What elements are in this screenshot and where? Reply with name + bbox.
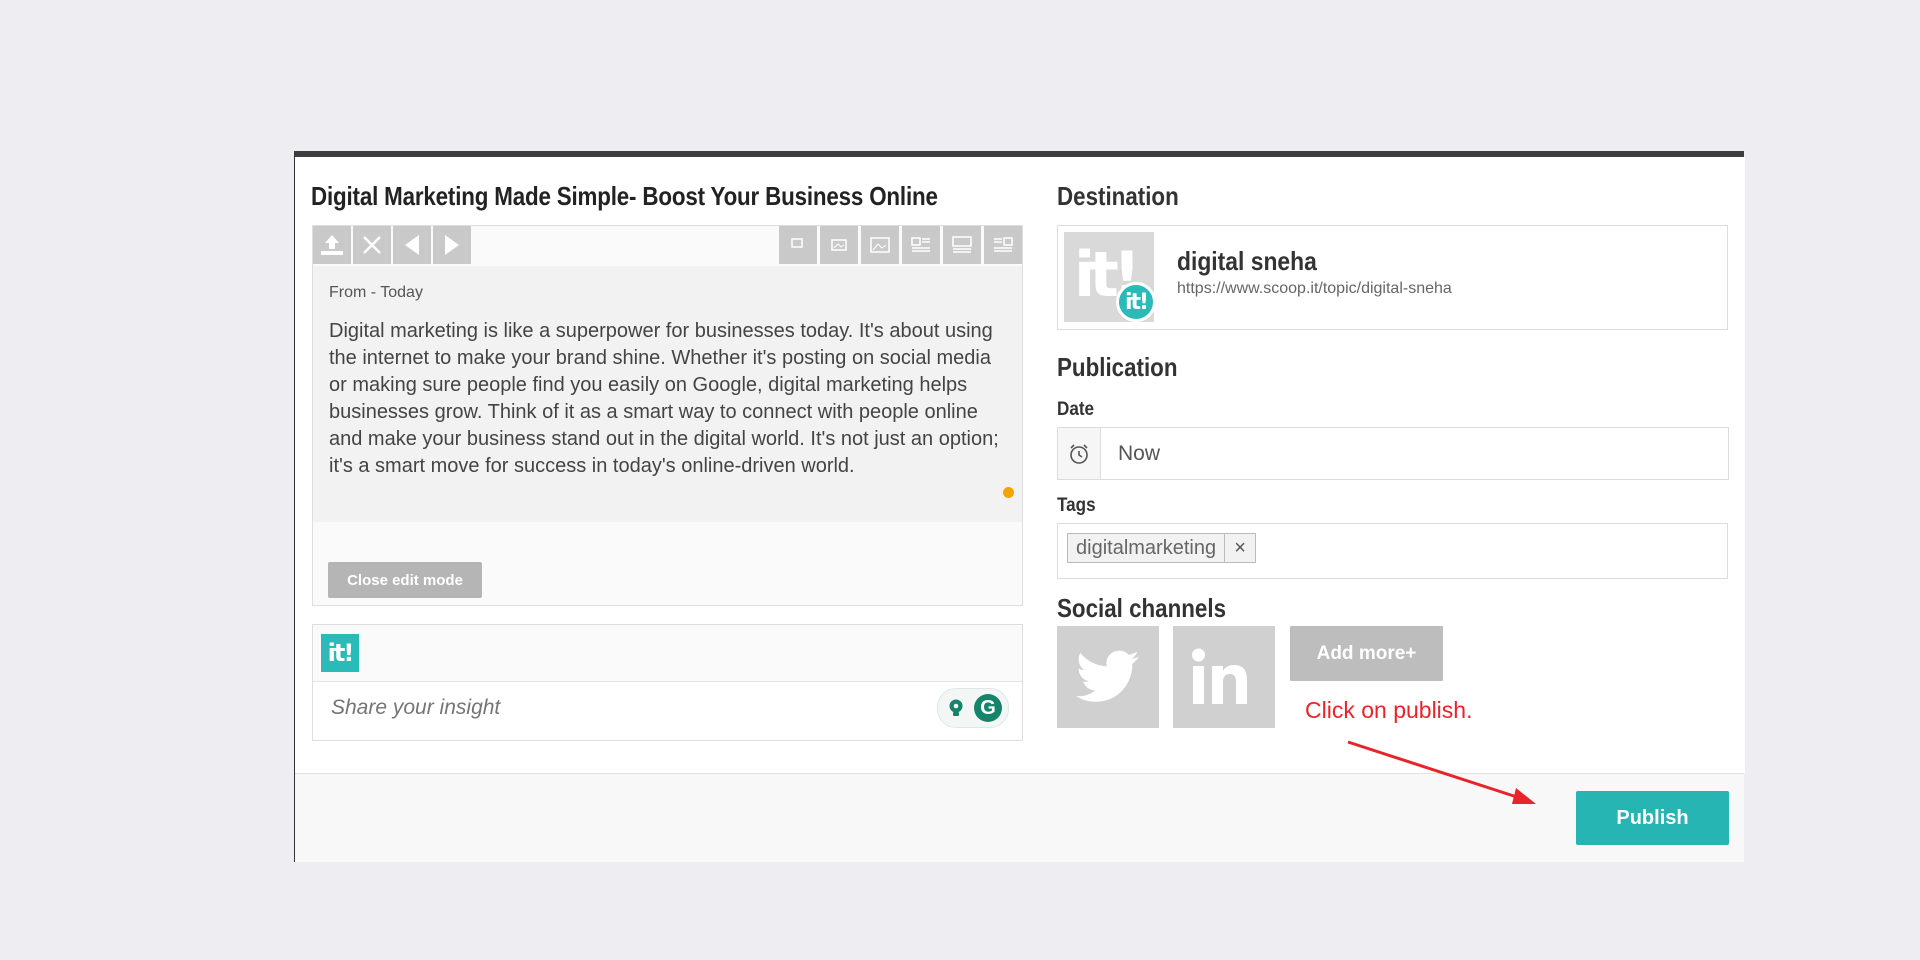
editor-toolbar <box>313 226 1022 266</box>
layout-button-1[interactable] <box>779 226 817 264</box>
post-editor-column: Digital Marketing Made Simple- Boost You… <box>295 157 1041 773</box>
layout-6-icon <box>994 237 1013 252</box>
previous-image-button[interactable] <box>393 226 431 264</box>
settings-column: Destination it! it! digital sneha https:… <box>1041 157 1745 773</box>
lightbulb-icon <box>949 699 963 716</box>
tutorial-annotation: Click on publish. <box>1305 697 1473 723</box>
layout-4-icon <box>911 237 930 252</box>
scoopit-badge-icon: it! <box>1116 282 1156 322</box>
tag-remove-button[interactable]: × <box>1224 534 1255 562</box>
layout-5-icon <box>952 236 972 253</box>
topic-logo: it! it! <box>1064 232 1156 322</box>
add-more-channels-button[interactable]: Add more+ <box>1290 626 1443 681</box>
date-field[interactable]: Now <box>1057 427 1729 480</box>
insight-input[interactable] <box>329 695 913 721</box>
layout-button-6[interactable] <box>984 226 1022 264</box>
close-edit-mode-button[interactable]: Close edit mode <box>328 562 482 598</box>
post-content-area[interactable]: From - Today Digital marketing is like a… <box>313 266 1022 522</box>
post-title[interactable]: Digital Marketing Made Simple- Boost You… <box>311 181 938 212</box>
next-arrow-icon <box>445 235 459 255</box>
layout-button-5[interactable] <box>943 226 981 264</box>
twitter-channel-button[interactable] <box>1057 626 1159 728</box>
close-icon <box>363 236 381 254</box>
status-dot <box>1003 487 1014 498</box>
date-icon-cell <box>1058 428 1101 479</box>
post-body-text[interactable]: Digital marketing is like a superpower f… <box>329 318 1009 480</box>
tags-label: Tags <box>1057 495 1096 516</box>
remove-button[interactable] <box>353 226 391 264</box>
destination-heading: Destination <box>1057 181 1179 211</box>
layout-button-3[interactable] <box>861 226 899 264</box>
annotation-arrow-icon <box>1347 740 1536 804</box>
layout-1-icon <box>791 238 803 248</box>
tag-chip: digitalmarketing × <box>1067 533 1257 563</box>
tag-text: digitalmarketing <box>1076 536 1217 559</box>
next-image-button[interactable] <box>433 226 471 264</box>
date-label: Date <box>1057 399 1095 420</box>
destination-card[interactable]: it! it! digital sneha https://www.scoop.… <box>1057 225 1728 330</box>
layout-button-2[interactable] <box>820 226 858 264</box>
date-value: Now <box>1118 442 1161 465</box>
layout-3-icon <box>870 237 890 253</box>
linkedin-channel-button[interactable] <box>1173 626 1275 728</box>
destination-url: https://www.scoop.it/topic/digital-sneha <box>1177 280 1452 297</box>
insight-box: it! G <box>312 624 1023 741</box>
layout-2-icon <box>831 239 847 251</box>
upload-icon <box>321 235 343 255</box>
grammarly-icon: G <box>974 694 1002 722</box>
twitter-icon <box>1076 650 1139 702</box>
upload-button[interactable] <box>313 226 351 264</box>
layout-button-4[interactable] <box>902 226 940 264</box>
publication-heading: Publication <box>1057 352 1178 382</box>
source-line: From - Today <box>329 284 423 301</box>
linkedin-icon <box>1192 648 1247 704</box>
publish-button[interactable]: Publish <box>1576 791 1729 845</box>
post-editor: From - Today Digital marketing is like a… <box>312 225 1023 606</box>
scoopit-logo: it! <box>321 634 359 672</box>
insight-header: it! <box>313 625 1022 682</box>
social-channels-heading: Social channels <box>1057 593 1227 623</box>
destination-name: digital sneha <box>1177 246 1317 276</box>
grammarly-widget[interactable]: G <box>937 688 1009 728</box>
prev-arrow-icon <box>405 235 419 255</box>
tags-field[interactable]: digitalmarketing × <box>1057 523 1728 579</box>
clock-icon <box>1070 443 1088 464</box>
